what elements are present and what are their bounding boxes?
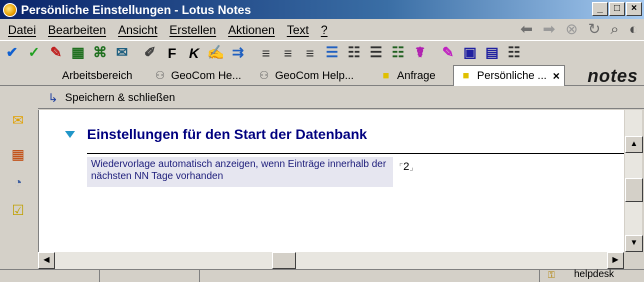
key-icon[interactable]: ⚿: [548, 270, 555, 281]
lotus-notes-window: Persönliche Einstellungen - Lotus Notes …: [0, 0, 644, 282]
picture-icon[interactable]: ▣: [460, 43, 480, 63]
todo-icon[interactable]: ☑: [8, 200, 28, 220]
address-book-icon[interactable]: ◔: [8, 172, 28, 192]
close-button[interactable]: ×: [626, 2, 642, 16]
align-left-icon[interactable]: ≡: [256, 43, 276, 63]
calendar-icon[interactable]: ▦: [8, 144, 28, 164]
location-label[interactable]: helpdesk: [574, 269, 614, 280]
highlighter-icon[interactable]: ✎: [46, 43, 66, 63]
section-title: Einstellungen für den Start der Datenban…: [87, 126, 368, 142]
menu-ansicht[interactable]: Ansicht: [112, 23, 163, 37]
field-row: Wiedervorlage automatisch anzeigen, wenn…: [87, 157, 393, 187]
horizontal-scroll-thumb[interactable]: [272, 252, 296, 269]
tab-geocom-he[interactable]: ⚇ GeoCom He...: [148, 66, 245, 85]
table-insert-icon[interactable]: ▤: [482, 43, 502, 63]
days-field[interactable]: ⌜2⌟: [399, 161, 414, 173]
lotus-notes-icon[interactable]: [3, 2, 17, 17]
menu-datei[interactable]: Datei: [2, 23, 42, 37]
refresh-icon[interactable]: ↻: [588, 22, 601, 37]
spell-icon[interactable]: ☷: [388, 43, 408, 63]
section-header[interactable]: Einstellungen für den Start der Datenban…: [65, 126, 367, 142]
table-icon[interactable]: ▦: [68, 43, 88, 63]
paperclip-icon[interactable]: ✐: [140, 43, 160, 63]
database-icon: ⚇: [155, 70, 165, 82]
document-icon: ■: [382, 69, 390, 82]
status-bar: ⚿ helpdesk: [0, 269, 644, 282]
bold-icon[interactable]: F: [162, 43, 182, 63]
tab-geocom-help[interactable]: ⚇ GeoCom Help...: [252, 66, 358, 85]
forward-arrow-icon[interactable]: ➡: [543, 22, 556, 37]
database-icon: ⚇: [259, 70, 269, 82]
notes-logo: notes: [587, 66, 638, 86]
align-right-icon[interactable]: ≡: [300, 43, 320, 63]
window-title: Persönliche Einstellungen - Lotus Notes: [21, 2, 252, 17]
field-label: Wiedervorlage automatisch anzeigen, wenn…: [91, 159, 387, 182]
scroll-down-button[interactable]: ▼: [625, 235, 643, 252]
scroll-right-button[interactable]: ▶: [607, 252, 624, 269]
indent-icon[interactable]: ⇉: [228, 43, 248, 63]
title-bar: Persönliche Einstellungen - Lotus Notes …: [0, 0, 644, 19]
status-segment[interactable]: [100, 270, 200, 282]
check-icon[interactable]: ✔: [2, 43, 22, 63]
action-bar: ↳ Speichern & schließen: [38, 87, 644, 109]
scroll-up-button[interactable]: ▲: [625, 136, 643, 153]
window-controls: _ □ ×: [591, 2, 642, 16]
tab-label: Anfrage: [397, 69, 436, 82]
menu-aktionen[interactable]: Aktionen: [222, 23, 281, 37]
italic-icon[interactable]: K: [184, 43, 204, 63]
attach-icon[interactable]: ✉: [112, 43, 132, 63]
status-segment[interactable]: [200, 270, 540, 282]
navigation-buttons: ⬅ ➡ ⊗ ↻ ⌕ ◐: [520, 22, 638, 37]
tab-label: Arbeitsbereich: [62, 69, 133, 82]
document-icon: ■: [462, 70, 470, 82]
table-edit-icon[interactable]: ☷: [504, 43, 524, 63]
maximize-button[interactable]: □: [609, 2, 625, 16]
minimize-button[interactable]: _: [592, 2, 608, 16]
tab-close-icon[interactable]: ×: [553, 69, 560, 83]
section-divider: [87, 153, 625, 154]
save-close-button[interactable]: ↳ Speichern & schließen: [44, 90, 175, 106]
bookmark-bar: ✉ ▦ ◔ ☑: [0, 86, 36, 272]
color-icon[interactable]: ☤: [410, 43, 430, 63]
toolbar: ✔ ✓ ✎ ▦ ⌘ ✉ ✐ F K ✍ ⇉ ≡ ≡ ≡ ☰ ☷ ☰ ☷ ☤ ✎ …: [0, 40, 644, 64]
vertical-scrollbar[interactable]: ▲ ▼: [624, 110, 643, 252]
stop-icon[interactable]: ⊗: [565, 22, 578, 37]
link-icon[interactable]: ⌘: [90, 43, 110, 63]
tab-label: GeoCom Help...: [275, 69, 354, 82]
mail-icon[interactable]: ✉: [8, 110, 28, 130]
tab-label: Persönliche ...: [477, 70, 547, 82]
back-arrow-icon[interactable]: ⬅: [520, 22, 533, 37]
twistie-icon[interactable]: [65, 130, 75, 138]
abc-icon[interactable]: ✎: [438, 43, 458, 63]
menu-erstellen[interactable]: Erstellen: [163, 23, 222, 37]
go-icon[interactable]: ◐: [629, 22, 638, 37]
tab-bar: Arbeitsbereich ⚇ GeoCom He... ⚇ GeoCom H…: [0, 64, 644, 86]
align-center-icon[interactable]: ≡: [278, 43, 298, 63]
menu-help[interactable]: ?: [315, 23, 334, 37]
scroll-left-button[interactable]: ◀: [38, 252, 55, 269]
tab-persoenliche[interactable]: ■ Persönliche ... ×: [453, 65, 565, 86]
tab-arbeitsbereich[interactable]: Arbeitsbereich: [58, 66, 136, 85]
horizontal-scrollbar[interactable]: ◀ ▶: [38, 252, 624, 269]
list-icon[interactable]: ☰: [366, 43, 386, 63]
save-close-label: Speichern & schließen: [65, 91, 176, 104]
vertical-scroll-thumb[interactable]: [625, 178, 643, 202]
status-segment[interactable]: [0, 270, 100, 282]
menu-bearbeiten[interactable]: Bearbeiten: [42, 23, 112, 37]
format-painter-icon[interactable]: ✍: [206, 43, 226, 63]
tab-label: GeoCom He...: [171, 69, 242, 82]
checkmark-icon[interactable]: ✓: [24, 43, 44, 63]
number-icon[interactable]: ☷: [344, 43, 364, 63]
menu-text[interactable]: Text: [281, 23, 315, 37]
tab-anfrage[interactable]: ■ Anfrage: [374, 66, 440, 85]
field-bracket-right: ⌟: [409, 162, 414, 172]
bullet-icon[interactable]: ☰: [322, 43, 342, 63]
save-close-icon: ↳: [47, 90, 59, 105]
search-icon[interactable]: ⌕: [611, 22, 619, 37]
document-area: Einstellungen für den Start der Datenban…: [38, 110, 625, 252]
